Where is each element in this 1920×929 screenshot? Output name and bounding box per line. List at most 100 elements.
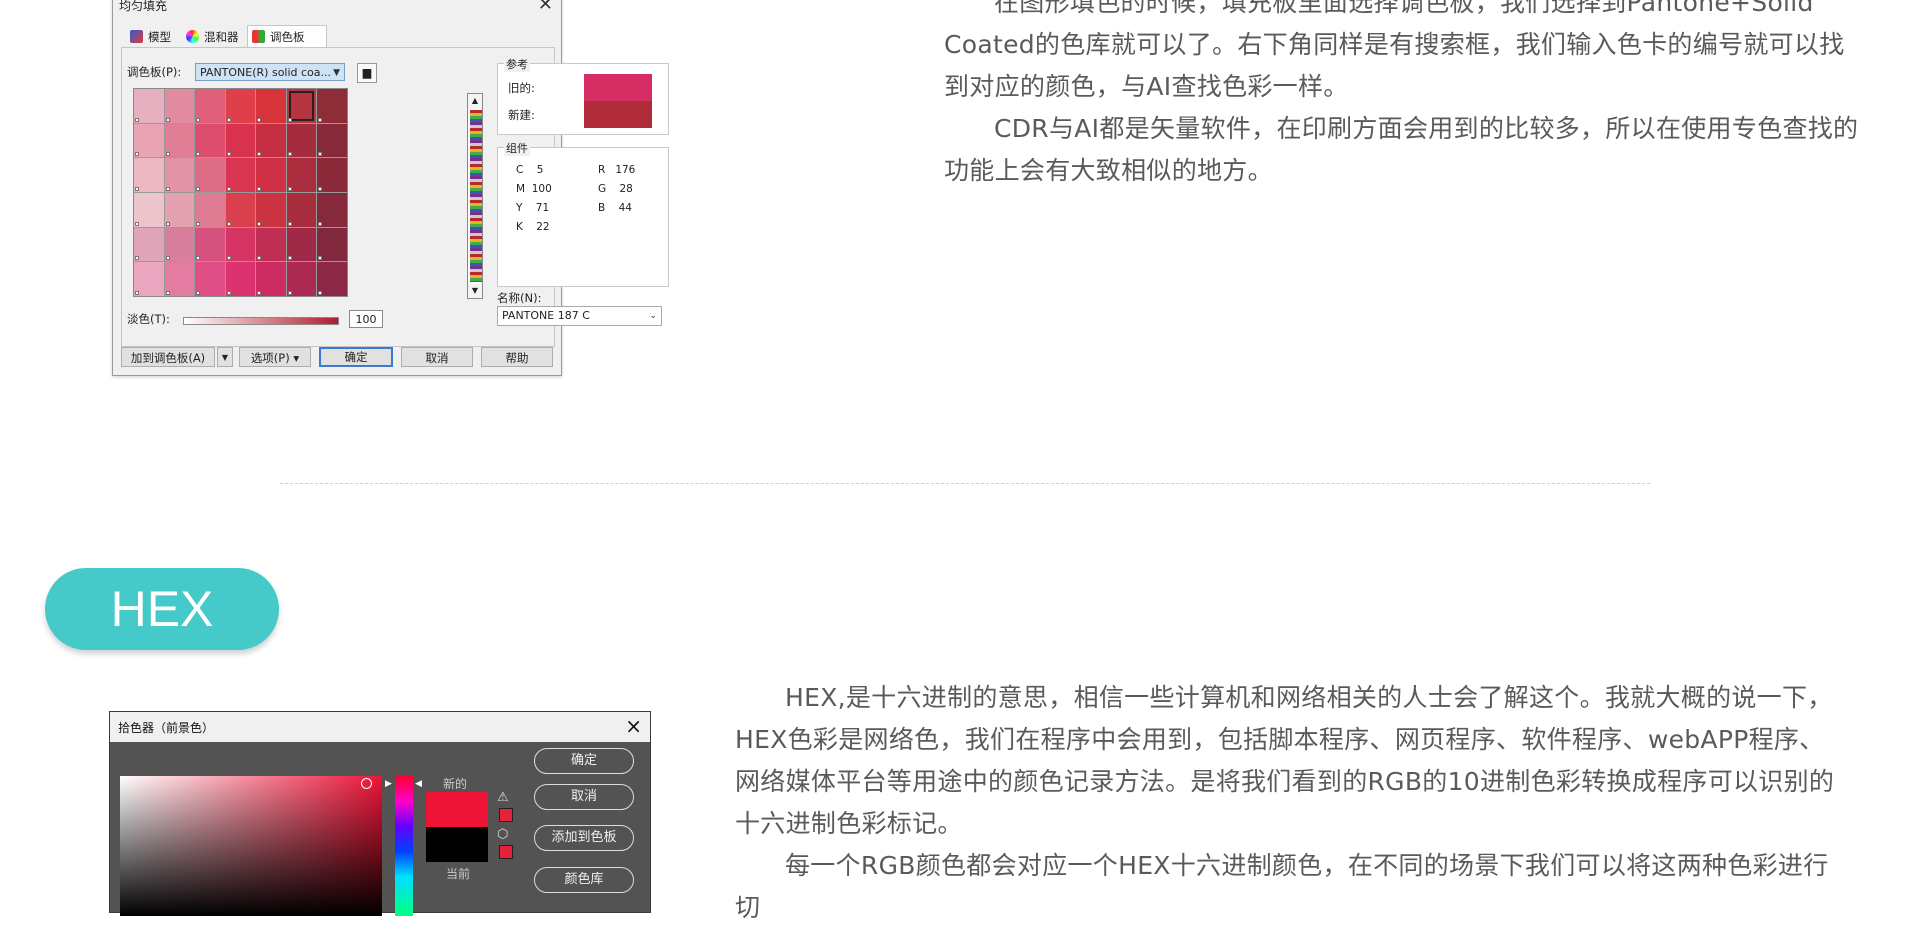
chevron-down-icon: ⌄ xyxy=(649,311,657,321)
swatch-grid[interactable] xyxy=(133,88,348,297)
close-icon[interactable]: ✕ xyxy=(538,0,553,15)
tab-palette[interactable]: 调色板 xyxy=(247,25,327,49)
color-swatch[interactable] xyxy=(164,193,195,227)
color-swatch[interactable] xyxy=(317,262,347,296)
current-label: 当前 xyxy=(446,867,471,881)
web-safe-swatch[interactable] xyxy=(499,845,513,859)
color-swatch[interactable] xyxy=(286,262,317,296)
tint-label: 淡色(T): xyxy=(127,312,170,326)
paragraph: CDR与AI都是矢量软件，在印刷方面会用到的比较多，所以在使用专色查找的功能上会… xyxy=(944,114,1859,185)
color-swatch[interactable] xyxy=(256,262,286,296)
palette-icon xyxy=(252,30,265,43)
components-group: 组件 C 5 M 100 Y 71 K 22 R 176 G 28 B 44 xyxy=(497,140,669,287)
paragraph: 每一个RGB颜色都会对应一个HEX十六进制颜色，在不同的场景下我们可以将这两种色… xyxy=(735,851,1829,922)
add-to-palette-button[interactable]: 加到调色板(A) xyxy=(121,347,215,367)
saturation-brightness-field[interactable] xyxy=(120,776,382,916)
scroll-up-icon[interactable]: ▲ xyxy=(468,94,482,108)
gamut-swatch[interactable] xyxy=(499,808,513,822)
color-swatch[interactable] xyxy=(256,227,286,262)
chevron-down-icon: ▼ xyxy=(333,68,340,78)
color-swatch[interactable] xyxy=(317,227,347,262)
scroll-down-icon[interactable]: ▼ xyxy=(468,284,482,298)
color-swatch[interactable] xyxy=(225,227,256,262)
new-label: 新的 xyxy=(443,777,468,791)
color-swatch[interactable] xyxy=(134,193,164,227)
palette-select[interactable]: PANTONE(R) solid coa... ▼ xyxy=(195,63,345,81)
color-swatch[interactable] xyxy=(134,158,164,192)
hex-article-text: HEX,是十六进制的意思，相信一些计算机和网络相关的人士会了解这个。我就大概的说… xyxy=(735,677,1843,929)
new-color-swatch xyxy=(584,101,652,128)
tint-slider[interactable] xyxy=(183,317,339,325)
uniform-fill-dialog: 均匀填充 ✕ 模型 混和器 调色板 调色板(P): PANTONE(R) sol… xyxy=(112,0,669,376)
color-cursor[interactable] xyxy=(361,778,372,789)
color-swatch[interactable] xyxy=(286,227,317,262)
color-swatch[interactable] xyxy=(286,89,317,123)
color-swatch[interactable] xyxy=(225,158,256,192)
dialog-title: 均匀填充 xyxy=(119,0,168,13)
cancel-button[interactable]: 取消 xyxy=(534,784,634,810)
name-label: 名称(N): xyxy=(497,291,542,305)
color-swatch[interactable] xyxy=(256,193,286,227)
web-safe-cube-icon[interactable]: ⬡ xyxy=(497,827,508,842)
color-swatch[interactable] xyxy=(317,89,347,123)
color-picker-dialog: 拾色器（前景色） × ▶ ◀ 新的 当前 ⚠ ⬡ 确定 取消 添加到色板 颜色库 xyxy=(109,711,651,916)
color-swatch[interactable] xyxy=(225,89,256,123)
color-swatch[interactable] xyxy=(195,123,225,158)
color-swatch[interactable] xyxy=(195,158,225,192)
cdr-article-text: 在图形填色的时候，填充板里面选择调色板，我们选择到Pantone+Solid C… xyxy=(944,0,1860,192)
color-swatch[interactable] xyxy=(286,123,317,158)
color-swatch[interactable] xyxy=(225,193,256,227)
folder-icon[interactable]: ▆ xyxy=(357,63,377,83)
color-swatch[interactable] xyxy=(164,123,195,158)
hue-marker-left-icon: ▶ xyxy=(385,779,392,789)
color-swatch[interactable] xyxy=(134,89,164,123)
color-swatch[interactable] xyxy=(134,262,164,296)
color-swatch[interactable] xyxy=(195,193,225,227)
hue-slider[interactable] xyxy=(395,776,413,916)
hue-marker-right-icon: ◀ xyxy=(415,779,422,789)
color-swatch[interactable] xyxy=(164,227,195,262)
palette-scroll-strip[interactable]: ▲ ▼ xyxy=(467,93,483,299)
color-libraries-button[interactable]: 颜色库 xyxy=(534,867,634,893)
color-swatch[interactable] xyxy=(225,262,256,296)
palette-preview-bars xyxy=(470,110,482,282)
help-button[interactable]: 帮助 xyxy=(481,347,553,367)
model-icon xyxy=(130,30,143,43)
color-swatch[interactable] xyxy=(286,158,317,192)
color-swatch[interactable] xyxy=(317,123,347,158)
color-swatch[interactable] xyxy=(164,262,195,296)
hex-section-badge: HEX xyxy=(45,568,279,650)
ok-button[interactable]: 确定 xyxy=(534,748,634,774)
color-swatch[interactable] xyxy=(195,262,225,296)
tint-value[interactable]: 100 xyxy=(349,310,383,328)
color-swatch[interactable] xyxy=(256,89,286,123)
mixer-icon xyxy=(186,30,199,43)
current-color-swatch[interactable] xyxy=(426,827,488,862)
color-swatch[interactable] xyxy=(225,123,256,158)
color-swatch[interactable] xyxy=(164,89,195,123)
color-swatch[interactable] xyxy=(195,89,225,123)
color-swatch[interactable] xyxy=(134,227,164,262)
color-swatch[interactable] xyxy=(256,123,286,158)
paragraph: HEX,是十六进制的意思，相信一些计算机和网络相关的人士会了解这个。我就大概的说… xyxy=(735,683,1835,838)
old-label: 旧的: xyxy=(508,81,535,95)
color-swatch[interactable] xyxy=(195,227,225,262)
dialog-title: 拾色器（前景色） xyxy=(118,721,215,735)
color-swatch[interactable] xyxy=(134,123,164,158)
options-button[interactable]: 选项(P) ▾ xyxy=(239,347,311,367)
reference-group: 参考 旧的: 新建: xyxy=(497,56,669,135)
close-icon[interactable]: × xyxy=(625,714,642,738)
gamut-warning-icon[interactable]: ⚠ xyxy=(497,790,509,805)
new-color-swatch xyxy=(426,792,488,827)
ok-button[interactable]: 确定 xyxy=(319,347,393,367)
color-swatch[interactable] xyxy=(164,158,195,192)
color-swatch[interactable] xyxy=(317,158,347,192)
color-swatch[interactable] xyxy=(286,193,317,227)
color-swatch[interactable] xyxy=(317,193,347,227)
name-select[interactable]: PANTONE 187 C ⌄ xyxy=(497,306,662,326)
section-divider xyxy=(280,483,1650,484)
add-dropdown-icon[interactable]: ▼ xyxy=(217,347,233,367)
add-to-swatches-button[interactable]: 添加到色板 xyxy=(534,825,634,851)
color-swatch[interactable] xyxy=(256,158,286,192)
cancel-button[interactable]: 取消 xyxy=(401,347,473,367)
